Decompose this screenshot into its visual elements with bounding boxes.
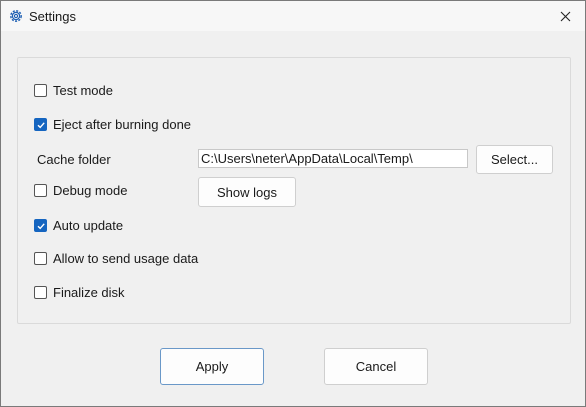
- test-mode-checkbox[interactable]: [34, 84, 47, 97]
- cancel-button[interactable]: Cancel: [324, 348, 428, 385]
- test-mode-label: Test mode: [53, 83, 113, 98]
- checkmark-icon: [37, 222, 45, 229]
- debug-mode-label: Debug mode: [53, 183, 128, 198]
- finalize-disk-label: Finalize disk: [53, 285, 125, 300]
- close-icon: [560, 11, 570, 21]
- eject-after-burning-label: Eject after burning done: [53, 117, 192, 132]
- settings-dialog: Settings Test mode Eject after burning d…: [0, 0, 586, 407]
- test-mode-option[interactable]: Test mode: [34, 83, 113, 98]
- debug-mode-option[interactable]: Debug mode: [34, 183, 127, 198]
- gear-icon: [10, 10, 22, 22]
- cache-folder-input[interactable]: [198, 149, 468, 168]
- finalize-disk-checkbox[interactable]: [34, 286, 47, 299]
- show-logs-button[interactable]: Show logs: [198, 177, 296, 207]
- cache-folder-label: Cache folder: [37, 152, 111, 167]
- auto-update-option[interactable]: Auto update: [34, 218, 123, 233]
- send-usage-data-label: Allow to send usage data: [53, 251, 199, 266]
- apply-button[interactable]: Apply: [160, 348, 264, 385]
- send-usage-data-checkbox[interactable]: [34, 252, 47, 265]
- title-bar: Settings: [1, 1, 585, 31]
- auto-update-checkbox[interactable]: [34, 219, 47, 232]
- eject-after-burning-checkbox[interactable]: [34, 118, 47, 131]
- checkmark-icon: [37, 121, 45, 128]
- eject-after-burning-option[interactable]: Eject after burning done: [34, 117, 191, 132]
- finalize-disk-option[interactable]: Finalize disk: [34, 285, 125, 300]
- send-usage-data-option[interactable]: Allow to send usage data: [34, 251, 198, 266]
- auto-update-label: Auto update: [53, 218, 124, 233]
- select-folder-button[interactable]: Select...: [476, 145, 553, 174]
- window-title: Settings: [29, 9, 76, 24]
- debug-mode-checkbox[interactable]: [34, 184, 47, 197]
- close-button[interactable]: [545, 1, 585, 31]
